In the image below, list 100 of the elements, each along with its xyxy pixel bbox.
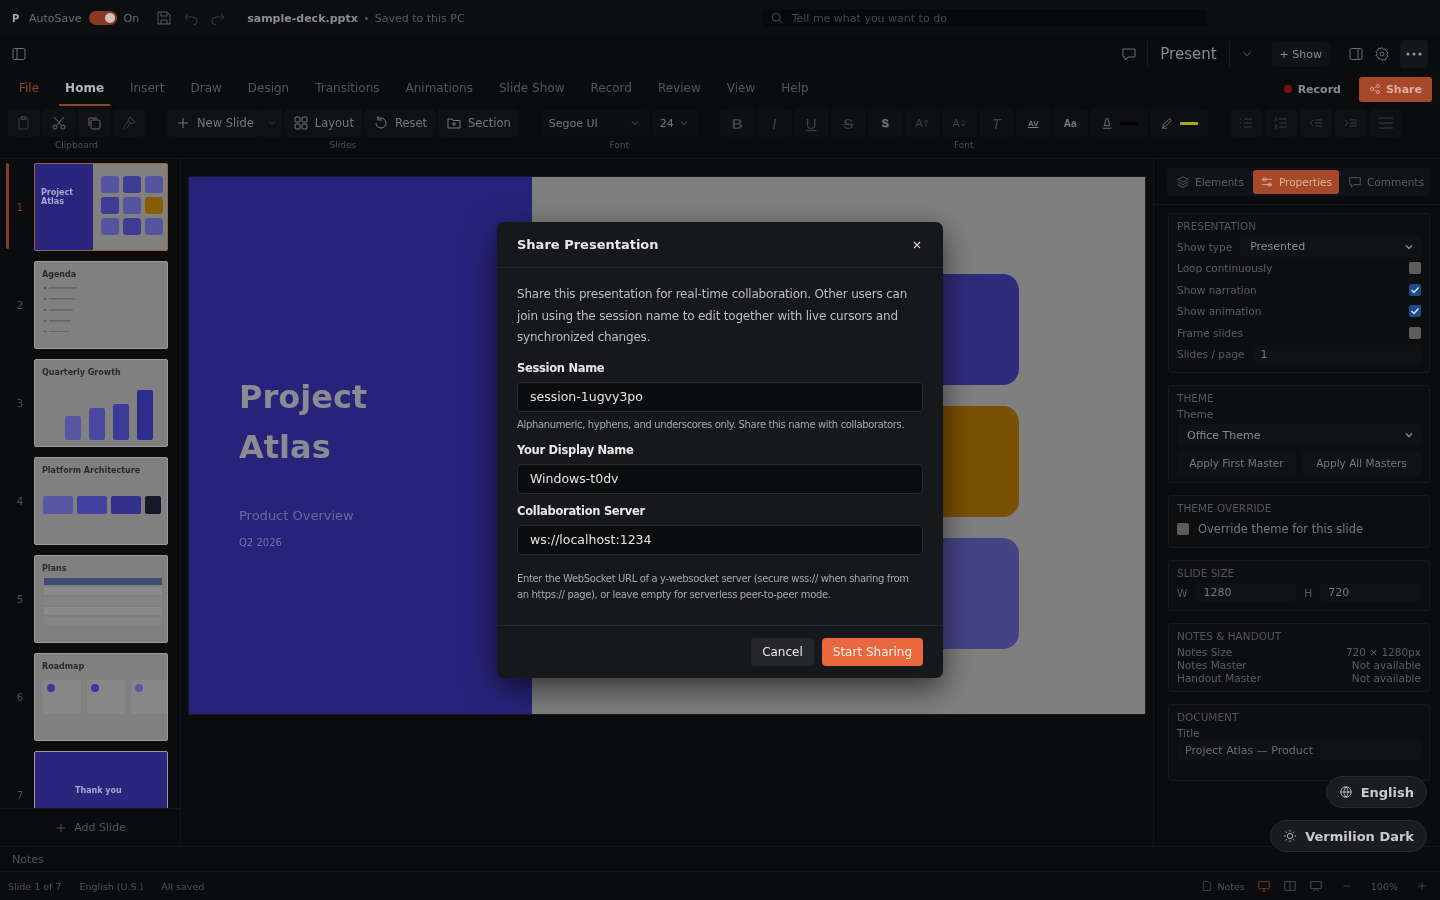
clipboard-icon <box>16 115 32 131</box>
slide-thumbnail[interactable]: Thank you <box>34 751 168 808</box>
section-button[interactable]: Section <box>438 109 519 137</box>
field-hint: Enter the WebSocket URL of a y-websocket server (secure wss:// when sharing from an https:// page), or leave empty for serverless peer-to-peer mode. <box>517 571 910 602</box>
autosave-state: On <box>123 11 140 25</box>
present-button[interactable]: Present <box>1158 45 1219 63</box>
ribbon-tab[interactable]: Slide Show <box>498 72 565 106</box>
autosave-toggle[interactable] <box>88 11 117 25</box>
thumbnail-title: Platform Architecture <box>42 466 141 475</box>
normal-view-icon[interactable] <box>1256 879 1271 893</box>
show-type-select[interactable]: Presented <box>1240 236 1421 257</box>
comment-icon[interactable] <box>1121 46 1138 62</box>
layout-button[interactable]: Layout <box>284 109 362 137</box>
input-field[interactable]: session-1ugvy3po <box>517 381 923 412</box>
sidebar-toggle-icon[interactable] <box>11 46 27 62</box>
folder-plus-icon <box>446 115 463 131</box>
slide-thumbnail[interactable]: Roadmap <box>34 653 168 741</box>
ribbon-tab[interactable]: Home <box>59 72 111 106</box>
ribbon-tab[interactable]: Review <box>657 72 701 106</box>
properties-tab[interactable]: Properties <box>1252 170 1340 194</box>
highlighter-icon <box>1159 116 1174 130</box>
bullets-button[interactable] <box>1229 109 1262 137</box>
record-button[interactable]: Record <box>1297 82 1341 96</box>
thumbnail-title: Plans <box>42 564 67 573</box>
ribbon-tab[interactable]: Record <box>590 72 632 106</box>
search-field[interactable]: Tell me what you want to do <box>761 9 1207 27</box>
spacing-button[interactable]: AV <box>1015 109 1051 137</box>
new-slide-dropdown[interactable] <box>261 109 282 137</box>
notes-label[interactable]: Notes <box>12 852 44 866</box>
ribbon-tab[interactable]: View <box>726 72 756 106</box>
comments-tab[interactable]: Comments <box>1341 170 1431 194</box>
width-field[interactable]: 1280 <box>1195 583 1297 603</box>
panel-layout-icon[interactable] <box>1348 46 1364 62</box>
elements-tab[interactable]: Elements <box>1169 170 1251 194</box>
checkbox[interactable] <box>1177 522 1189 535</box>
checkbox[interactable] <box>1409 262 1421 275</box>
group-label: Clipboard <box>55 140 98 152</box>
apply-master-button[interactable]: Apply First Master <box>1177 450 1296 475</box>
more-icon[interactable] <box>1400 40 1428 68</box>
slides-per-page-field[interactable]: 1 <box>1252 344 1421 364</box>
slide-thumbnail[interactable]: Agenda <box>34 261 168 349</box>
format-painter-button[interactable] <box>113 109 145 137</box>
slide-thumbnail[interactable]: Plans <box>34 555 168 643</box>
thumbnail-title: Quarterly Growth <box>42 368 121 377</box>
input-field[interactable]: ws://localhost:1234 <box>517 524 923 555</box>
checkbox[interactable] <box>1409 305 1421 318</box>
save-icon[interactable] <box>156 10 173 26</box>
cut-button[interactable] <box>43 109 75 137</box>
ribbon-tab[interactable]: Animations <box>405 72 473 106</box>
ribbon-tab[interactable]: Help <box>781 72 809 106</box>
file-tab[interactable]: File <box>19 72 40 106</box>
highlight-button[interactable] <box>1149 109 1208 137</box>
settings-icon[interactable] <box>1374 46 1390 62</box>
bullet-list-drawing <box>43 286 79 332</box>
input-field[interactable]: Windows-t0dv <box>517 463 923 494</box>
arrow-down-icon <box>959 118 966 128</box>
field-label: H <box>1304 586 1313 599</box>
list-button[interactable] <box>1369 109 1402 137</box>
case-button[interactable]: Aa <box>1052 109 1088 137</box>
font-color-button[interactable] <box>1089 109 1148 137</box>
start-sharing-button[interactable]: Start Sharing <box>821 637 923 666</box>
ribbon-tab[interactable]: Transitions <box>315 72 380 106</box>
layers-icon <box>1176 175 1190 189</box>
paste-button[interactable] <box>8 109 40 137</box>
app-logo: P <box>12 12 21 24</box>
slide-thumbnail[interactable]: Platform Architecture <box>34 457 168 545</box>
sorter-view-icon[interactable] <box>1282 879 1297 893</box>
numbered-list-icon <box>1272 115 1289 131</box>
cancel-button[interactable]: Cancel <box>751 637 814 666</box>
theme-select[interactable]: Office Theme <box>1177 423 1421 447</box>
checkbox[interactable] <box>1409 283 1421 296</box>
language-status[interactable]: English (U.S.) <box>79 880 144 892</box>
ribbon-tab[interactable]: Design <box>247 72 290 106</box>
property-label: Notes Size <box>1177 646 1233 658</box>
new-slide-button[interactable]: New Slide <box>167 109 262 137</box>
notes-button[interactable]: Notes <box>1201 880 1245 892</box>
title-field[interactable]: Project Atlas — Product <box>1177 740 1421 761</box>
copy-button[interactable] <box>78 109 110 137</box>
zoom-level: 100% <box>1370 880 1398 892</box>
reset-button[interactable]: Reset <box>364 109 436 137</box>
zoom-in-icon[interactable] <box>1416 880 1428 892</box>
reset-icon <box>372 115 389 131</box>
share-button[interactable]: Share <box>1358 76 1432 102</box>
language-button[interactable]: English <box>1325 776 1427 808</box>
ribbon-tab[interactable]: Insert <box>130 72 165 106</box>
height-field[interactable]: 720 <box>1320 583 1421 603</box>
add-slide-button[interactable]: Add Slide <box>0 808 180 846</box>
checkbox[interactable] <box>1409 326 1421 339</box>
apply-master-button[interactable]: Apply All Masters <box>1302 450 1421 475</box>
indent-button[interactable] <box>1334 109 1367 137</box>
slide-thumbnail[interactable]: Project Atlas <box>34 163 168 251</box>
thumbnail-title: Roadmap <box>42 662 85 671</box>
outdent-button[interactable] <box>1299 109 1332 137</box>
show-button[interactable]: + Show <box>1271 41 1330 67</box>
theme-button[interactable]: Vermilion Dark <box>1270 820 1427 852</box>
reading-view-icon[interactable] <box>1308 879 1323 893</box>
numbering-button[interactable] <box>1264 109 1297 137</box>
ribbon-tab[interactable]: Draw <box>190 72 222 106</box>
slide-thumbnail[interactable]: Quarterly Growth <box>34 359 168 447</box>
shadow-button[interactable]: S <box>867 109 903 137</box>
